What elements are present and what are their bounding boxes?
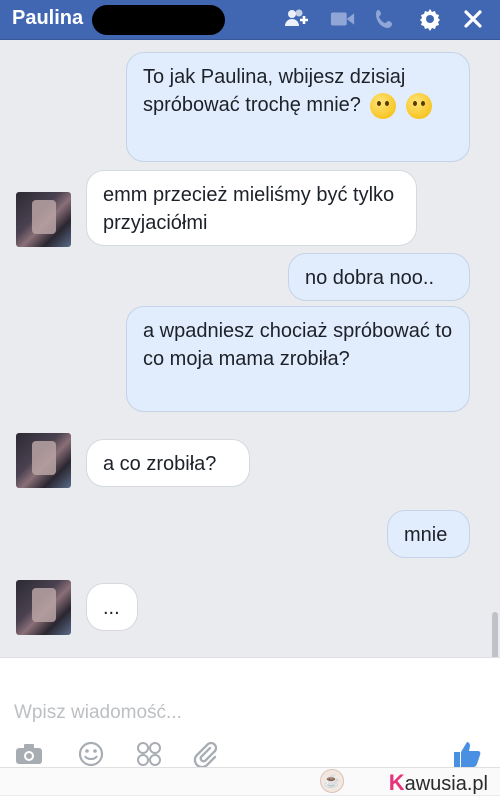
thumbs-up-icon[interactable] [452, 740, 482, 768]
kissing-face-icon [406, 92, 433, 119]
message-text: a co zrobiła? [103, 453, 217, 475]
message-outgoing: a wpadniesz chociaż spróbować to co moja… [126, 306, 470, 412]
phone-icon[interactable] [372, 6, 398, 32]
message-outgoing: no dobra noo.. [288, 253, 470, 301]
typing-indicator-bubble: ... [86, 583, 138, 631]
scrollbar[interactable] [492, 612, 498, 662]
coffee-mug-logo-icon: ☕ [320, 769, 344, 793]
gear-icon[interactable] [417, 6, 443, 32]
camera-icon[interactable] [14, 740, 44, 768]
contact-name[interactable]: Paulina [12, 7, 83, 30]
brand-watermark: Kawusia.pl [388, 770, 488, 795]
message-list[interactable]: To jak Paulina, wbijesz dzisiaj spróbowa… [0, 40, 500, 657]
avatar[interactable] [16, 580, 71, 635]
stickers-icon[interactable] [134, 740, 164, 768]
message-text: To jak Paulina, wbijesz dzisiaj spróbowa… [143, 66, 406, 116]
message-outgoing: mnie [387, 510, 470, 558]
winking-face-icon [370, 92, 397, 119]
message-text: emm przecież mieliśmy być tylko przyjaci… [103, 184, 395, 234]
avatar[interactable] [16, 433, 71, 488]
add-people-icon[interactable] [284, 6, 310, 32]
message-input[interactable]: Wpisz wiadomość... [14, 702, 182, 724]
message-incoming: emm przecież mieliśmy być tylko przyjaci… [86, 170, 417, 246]
message-text: ... [103, 597, 120, 619]
redacted-surname [92, 5, 225, 35]
video-call-icon[interactable] [330, 6, 356, 32]
message-text: a wpadniesz chociaż spróbować to co moja… [143, 320, 453, 370]
emoji-icon[interactable] [76, 740, 106, 768]
message-text: mnie [404, 524, 448, 546]
message-text: no dobra noo.. [305, 267, 434, 289]
avatar[interactable] [16, 192, 71, 247]
close-icon[interactable] [460, 6, 486, 32]
message-outgoing: To jak Paulina, wbijesz dzisiaj spróbowa… [126, 52, 470, 162]
chat-header: Paulina [0, 0, 500, 40]
message-incoming: a co zrobiła? [86, 439, 250, 487]
attach-icon[interactable] [190, 740, 220, 768]
